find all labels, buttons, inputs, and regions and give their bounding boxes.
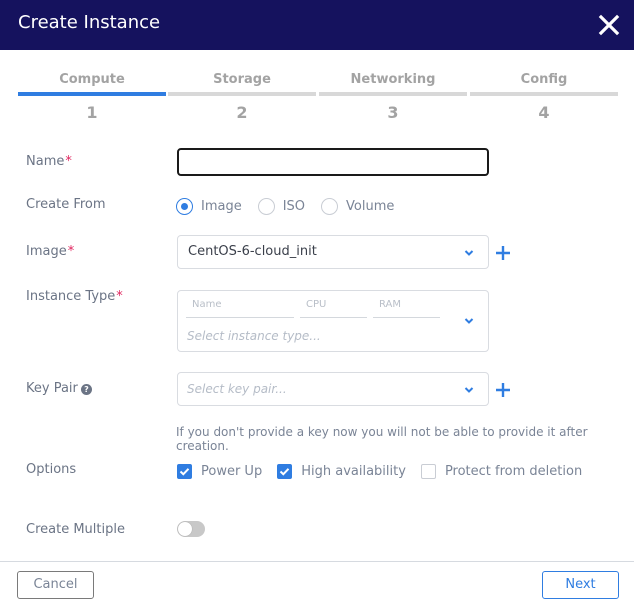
key-pair-label-text: Key Pair: [26, 381, 78, 396]
instance-type-label: Instance Type*: [26, 289, 123, 304]
create-multiple-label: Create Multiple: [26, 522, 125, 537]
image-select-value: CentOS-6-cloud_init: [188, 244, 317, 259]
step-progress-bar: [319, 92, 467, 96]
footer-divider: [0, 561, 634, 562]
key-pair-label: Key Pair?: [26, 381, 92, 396]
instance-type-placeholder: Select instance type...: [187, 329, 321, 343]
checkbox-box[interactable]: [177, 463, 192, 479]
options-label: Options: [26, 462, 77, 477]
column-header-ram: RAM: [373, 297, 440, 318]
step-compute[interactable]: Compute 1: [18, 70, 166, 122]
radio-label: Volume: [346, 198, 395, 214]
wizard-steps: Compute 1 Storage 2 Networking 3 Config …: [18, 70, 618, 125]
step-label: Storage: [213, 72, 271, 87]
column-header-name: Name: [186, 297, 294, 318]
step-config[interactable]: Config 4: [470, 70, 618, 122]
step-label: Compute: [59, 72, 125, 87]
radio-image[interactable]: Image: [176, 197, 242, 215]
image-select[interactable]: CentOS-6-cloud_init: [177, 235, 489, 269]
checkbox-protect-from-deletion[interactable]: Protect from deletion: [420, 463, 583, 479]
radio-iso[interactable]: ISO: [257, 197, 306, 215]
question-circle-icon[interactable]: ?: [80, 384, 92, 395]
step-label: Networking: [350, 72, 436, 87]
name-label: Name*: [26, 154, 72, 169]
create-from-radio-group: Image ISO Volume: [176, 196, 410, 216]
name-label-text: Name: [26, 154, 65, 169]
add-key-pair-button[interactable]: [495, 382, 511, 398]
step-progress-bar: [168, 92, 316, 96]
radio-circle[interactable]: [176, 197, 193, 215]
instance-type-columns: Name CPU RAM: [186, 297, 446, 319]
key-pair-placeholder: Select key pair...: [187, 382, 287, 396]
image-label: Image*: [26, 244, 74, 259]
step-progress-bar: [470, 92, 618, 96]
radio-circle[interactable]: [321, 197, 339, 215]
add-image-button[interactable]: [495, 245, 511, 261]
image-label-text: Image: [26, 244, 67, 259]
check-icon: [179, 467, 190, 476]
check-icon: [280, 467, 290, 476]
radio-circle[interactable]: [257, 197, 275, 215]
cancel-button[interactable]: Cancel: [17, 571, 94, 599]
step-number: 2: [236, 103, 248, 122]
checkbox-power-up[interactable]: Power Up: [177, 463, 263, 479]
checkbox-label: Power Up: [201, 463, 263, 479]
create-multiple-toggle[interactable]: [177, 521, 205, 537]
close-icon: [598, 14, 620, 36]
column-header-cpu: CPU: [300, 297, 367, 318]
next-button[interactable]: Next: [542, 571, 619, 599]
radio-label: Image: [201, 198, 242, 214]
instance-type-label-text: Instance Type: [26, 289, 116, 304]
step-progress-bar: [18, 92, 166, 96]
chevron-down-icon: [464, 387, 474, 393]
checkbox-box[interactable]: [420, 463, 436, 479]
checkbox-label: Protect from deletion: [444, 463, 583, 479]
required-marker: *: [67, 244, 75, 259]
key-pair-select[interactable]: Select key pair...: [177, 372, 489, 406]
instance-type-select[interactable]: Name CPU RAM Select instance type...: [177, 290, 489, 352]
radio-label: ISO: [282, 198, 306, 214]
step-networking[interactable]: Networking 3: [319, 70, 467, 122]
checkbox-label: High availability: [301, 463, 406, 479]
create-from-label: Create From: [26, 197, 106, 212]
required-marker: *: [65, 154, 72, 169]
step-number: 4: [538, 103, 550, 122]
checkbox-high-availability[interactable]: High availability: [277, 463, 406, 479]
chevron-down-icon: [464, 250, 474, 256]
radio-volume[interactable]: Volume: [321, 197, 395, 215]
key-pair-hint: If you don't provide a key now you will …: [176, 425, 588, 453]
options-checkbox-group: Power Up High availability Protect from …: [177, 461, 597, 481]
step-storage[interactable]: Storage 2: [168, 70, 316, 122]
name-input[interactable]: [177, 148, 489, 176]
close-button[interactable]: [598, 14, 620, 36]
step-label: Config: [520, 72, 568, 87]
required-marker: *: [116, 289, 123, 304]
step-number: 3: [387, 103, 399, 122]
chevron-down-icon: [464, 318, 474, 324]
checkbox-box[interactable]: [277, 463, 293, 479]
dialog-title: Create Instance: [18, 12, 161, 33]
step-number: 1: [86, 103, 98, 122]
dialog-header: Create Instance: [0, 0, 634, 50]
